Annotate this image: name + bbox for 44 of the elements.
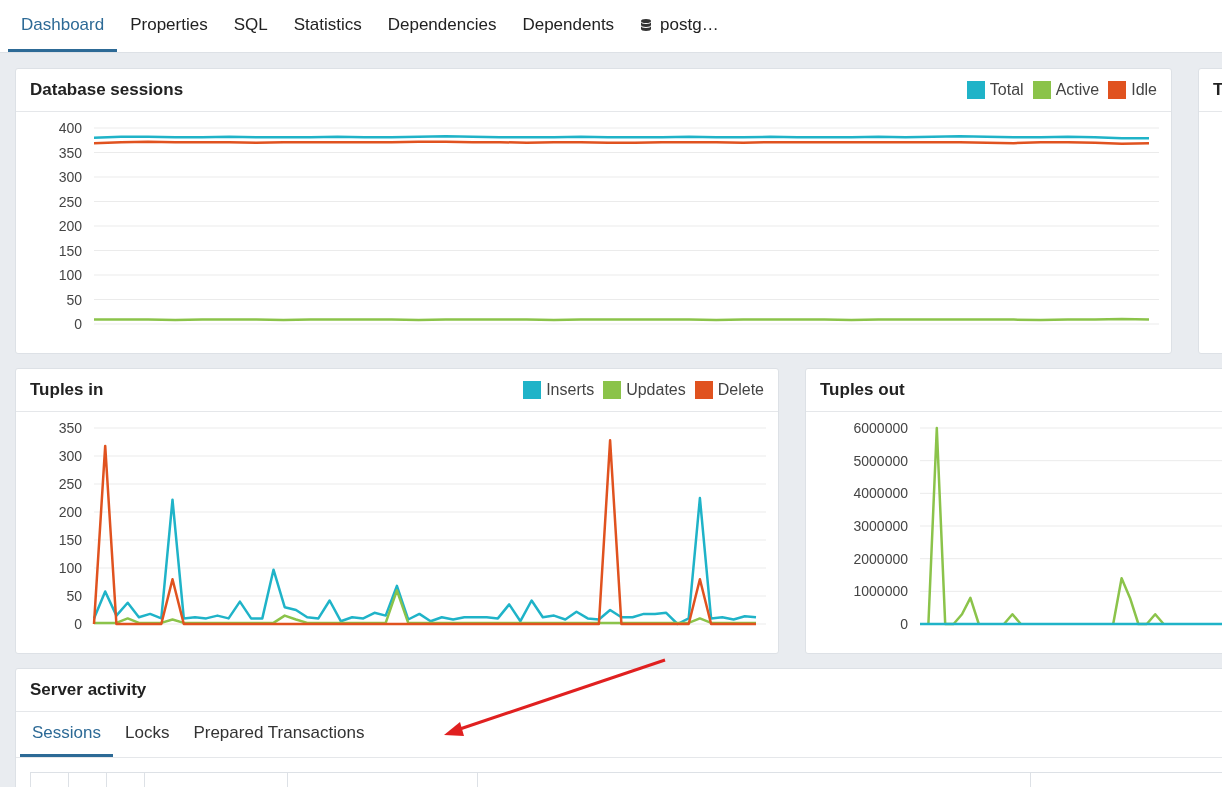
legend-label: Idle bbox=[1131, 81, 1157, 99]
axis-label: 200 bbox=[58, 218, 82, 234]
axis-label: 0 bbox=[74, 316, 82, 332]
axis-label: 50 bbox=[66, 291, 82, 308]
axis-label: 150 bbox=[58, 532, 82, 548]
axis-label: 0 bbox=[900, 616, 908, 632]
axis-label: 300 bbox=[58, 448, 82, 464]
legend-label: Total bbox=[989, 81, 1024, 99]
card-title: Database sessions bbox=[30, 80, 184, 100]
tab[interactable]: postg… bbox=[627, 0, 732, 52]
axis-label: 150 bbox=[58, 242, 82, 259]
axis-label: 200 bbox=[58, 504, 82, 520]
tab[interactable]: Dashboard bbox=[8, 0, 118, 52]
axis-label: 1000000 bbox=[853, 583, 908, 600]
tab[interactable]: Prepared Transactions bbox=[181, 712, 377, 757]
tab[interactable]: Sessions bbox=[20, 712, 113, 757]
card-title: Tuples out bbox=[820, 380, 905, 400]
tab[interactable]: SQL bbox=[220, 0, 281, 52]
tab[interactable]: Properties bbox=[117, 0, 221, 52]
legend-label: Updates bbox=[626, 381, 686, 399]
axis-label: 350 bbox=[58, 420, 82, 436]
axis-label: 250 bbox=[58, 193, 82, 210]
tab[interactable]: Dependents bbox=[509, 0, 628, 52]
card-title: Server activity bbox=[30, 680, 147, 700]
tab[interactable]: Dependencies bbox=[374, 0, 510, 52]
axis-label: 100 bbox=[58, 267, 82, 283]
legend-label: Active bbox=[1055, 81, 1100, 99]
tab[interactable]: Statistics bbox=[280, 0, 375, 52]
axis-label: 5000000 bbox=[853, 452, 908, 469]
axis-label: 350 bbox=[58, 144, 82, 161]
axis-label: 3000000 bbox=[853, 518, 908, 534]
legend-label: Inserts bbox=[546, 381, 595, 399]
axis-label: 300 bbox=[58, 169, 82, 185]
legend-label: Delete bbox=[717, 381, 764, 399]
axis-label: 4000000 bbox=[853, 485, 908, 502]
axis-label: 400 bbox=[58, 120, 82, 136]
axis-label: 250 bbox=[58, 476, 82, 492]
axis-label: 6000000 bbox=[853, 420, 908, 436]
card-title: Tuples in bbox=[30, 380, 104, 400]
axis-label: 100 bbox=[58, 560, 82, 576]
axis-label: 2000000 bbox=[853, 550, 908, 567]
axis-label: 50 bbox=[66, 588, 82, 604]
axis-label: 0 bbox=[74, 616, 82, 632]
tab[interactable]: Locks bbox=[113, 712, 182, 757]
